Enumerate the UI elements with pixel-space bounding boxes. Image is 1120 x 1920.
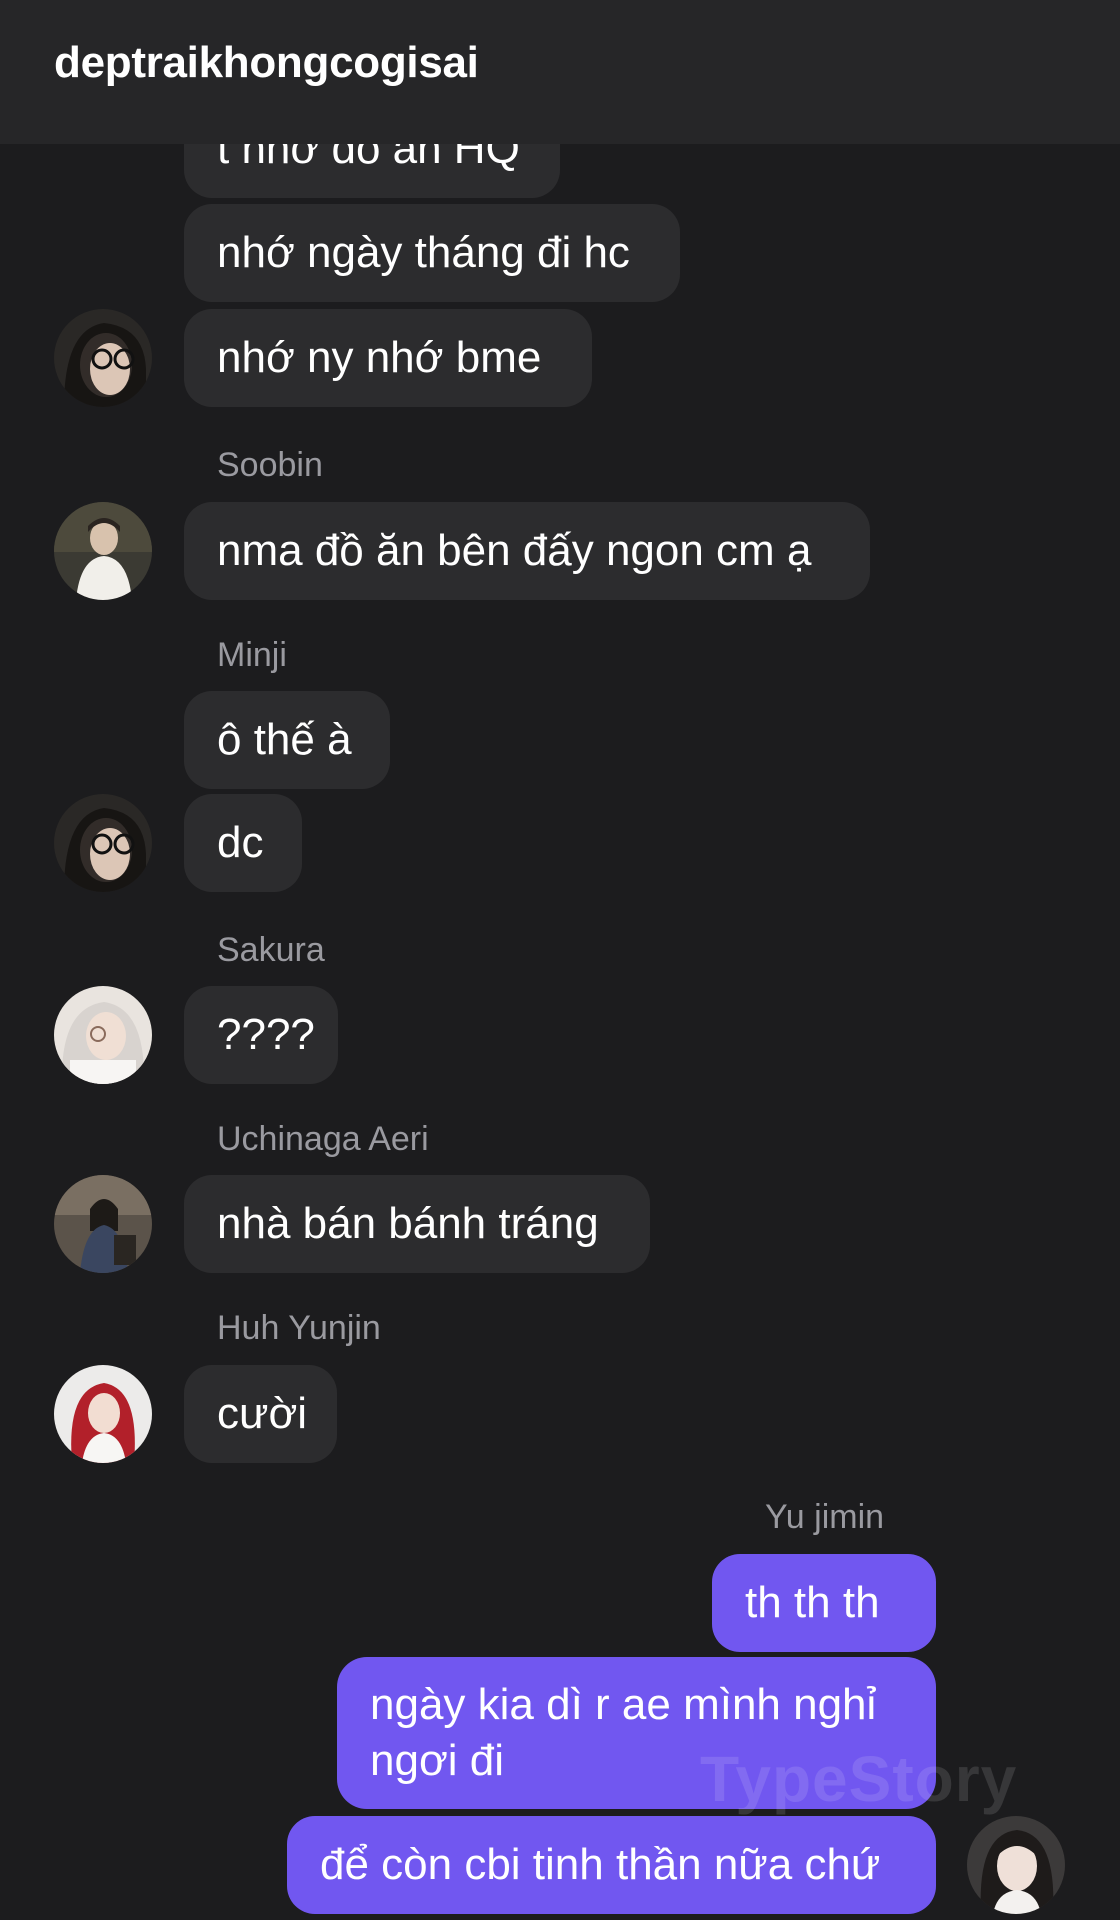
avatar-yunjin[interactable] [54,1365,152,1463]
message-text: nhà bán bánh tráng [217,1199,599,1248]
message-bubble-outgoing[interactable]: th th th [712,1554,936,1652]
message-text: ???? [217,1010,315,1059]
message-bubble[interactable]: ???? [184,986,338,1084]
message-text-line: ngơi đi [370,1736,505,1785]
avatar-sakura[interactable] [54,986,152,1084]
message-bubble[interactable]: dc [184,794,302,892]
sender-name: Sakura [217,931,325,969]
avatar-soobin[interactable] [54,502,152,600]
message-text: dc [217,818,264,867]
message-text: nhớ ngày tháng đi hc [217,228,630,277]
chat-title[interactable]: deptraikhongcogisai [54,38,479,88]
message-bubble[interactable]: nma đồ ăn bên đấy ngon cm ạ [184,502,870,600]
message-bubble-outgoing[interactable]: để còn cbi tinh thần nữa chứ [287,1816,936,1914]
avatar-minji[interactable] [54,794,152,892]
avatar-image [54,502,152,600]
message-bubble[interactable]: nhà bán bánh tráng [184,1175,650,1273]
message-text: nhớ ny nhớ bme [217,333,542,382]
message-text: cười [217,1389,308,1438]
message-bubble-outgoing[interactable]: ngày kia dì r ae mình nghỉ ngơi đi [337,1657,936,1809]
sender-name: Yu jimin [765,1498,885,1536]
chat-header: deptraikhongcogisai [0,0,1120,144]
message-text-line: ngày kia dì r ae mình nghỉ [370,1680,877,1729]
avatar-image [54,1365,152,1463]
message-bubble[interactable]: nhớ ngày tháng đi hc [184,204,680,302]
avatar-aeri[interactable] [54,1175,152,1273]
avatar-image [54,794,152,892]
avatar-jimin[interactable] [967,1816,1065,1914]
sender-name: Soobin [217,446,323,484]
avatar-image [54,986,152,1084]
sender-name: Huh Yunjin [217,1309,381,1347]
message-text: ô thế à [217,715,352,764]
message-bubble[interactable]: ô thế à [184,691,390,789]
avatar-image [54,309,152,407]
message-text: để còn cbi tinh thần nữa chứ [320,1840,881,1889]
avatar-image [967,1816,1065,1914]
message-bubble[interactable]: cười [184,1365,337,1463]
sender-name: Minji [217,636,287,674]
message-text: th th th [745,1578,880,1627]
avatar-image [54,1175,152,1273]
message-bubble[interactable]: nhớ ny nhớ bme [184,309,592,407]
avatar-minji[interactable] [54,309,152,407]
sender-name: Uchinaga Aeri [217,1120,429,1158]
message-text: nma đồ ăn bên đấy ngon cm ạ [217,526,812,575]
chat-screen: t nhớ đồ ăn HQ nhớ ngày tháng đi hc nhớ … [0,0,1120,1920]
